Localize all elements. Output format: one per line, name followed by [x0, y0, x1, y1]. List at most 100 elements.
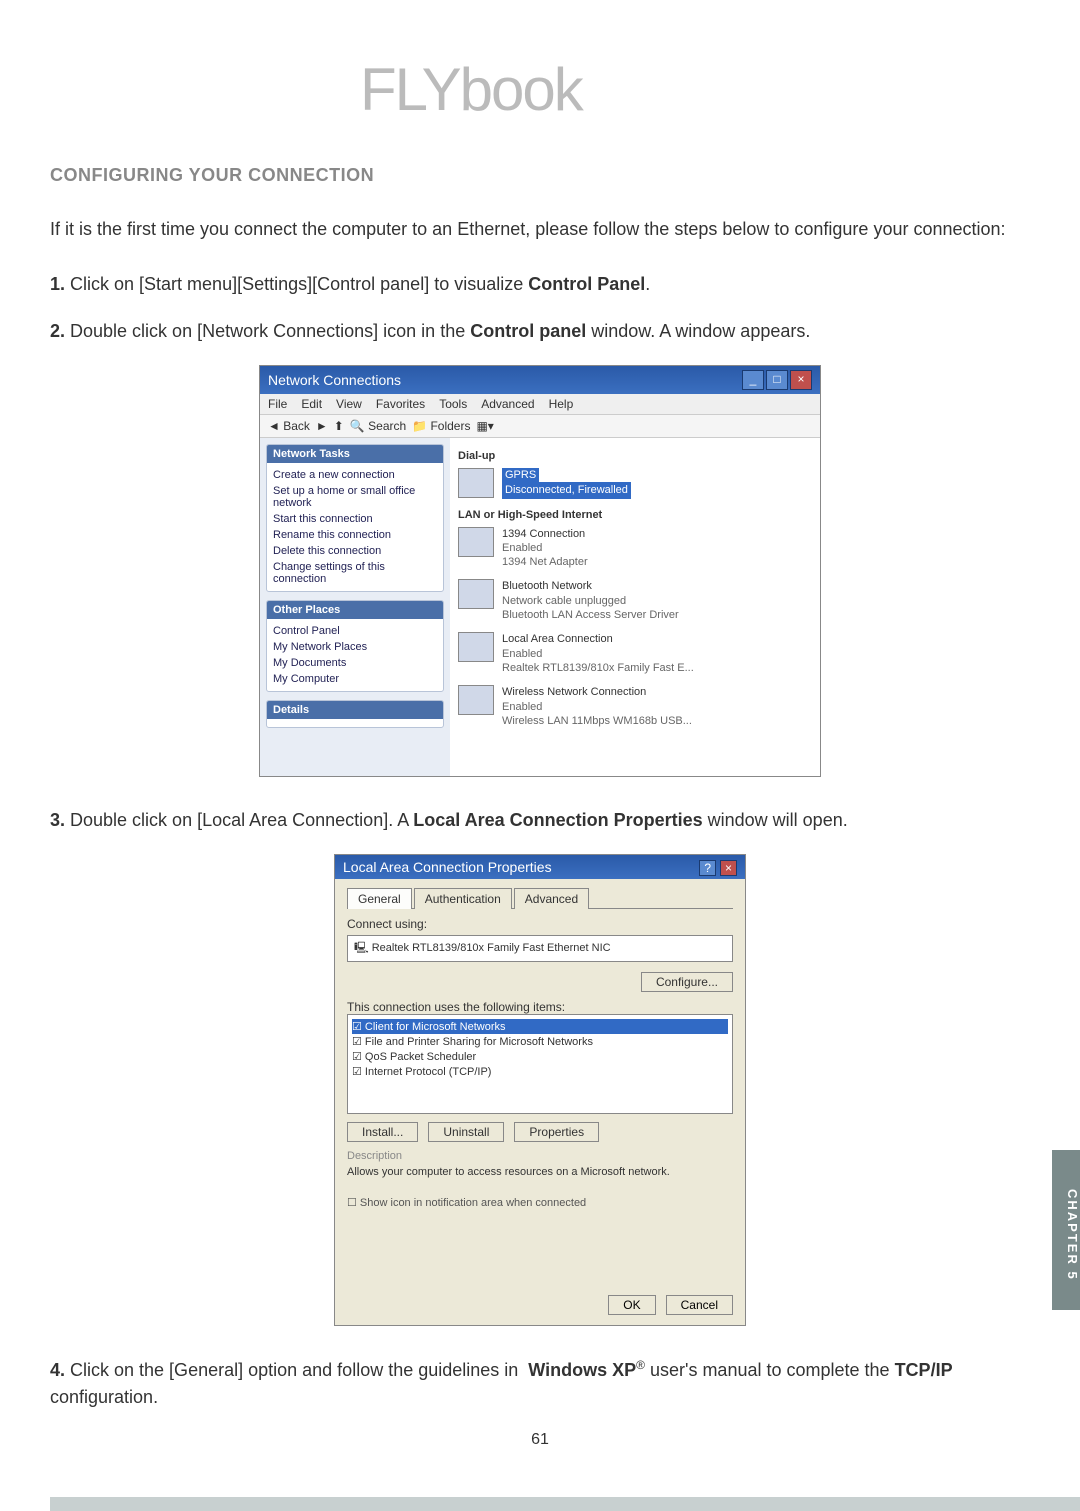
window-titlebar: Network Connections _ □ ×	[260, 366, 820, 394]
task-start-connection[interactable]: Start this connection	[273, 511, 437, 527]
list-item[interactable]: Internet Protocol (TCP/IP)	[365, 1066, 492, 1078]
show-icon-checkbox[interactable]: ☐ Show icon in notification area when co…	[347, 1196, 733, 1209]
connection-name: Local Area Connection	[502, 632, 694, 646]
window-title: Local Area Connection Properties	[343, 859, 552, 875]
intro-text: If it is the first time you connect the …	[50, 216, 1030, 243]
search-button[interactable]: 🔍 Search	[350, 419, 406, 433]
step-2-number: 2.	[50, 321, 65, 341]
task-create-connection[interactable]: Create a new connection	[273, 467, 437, 483]
forward-button[interactable]: ►	[316, 419, 328, 433]
step-3-text-c: window will open.	[703, 810, 848, 830]
items-listbox[interactable]: ☑ Client for Microsoft Networks ☑ File a…	[347, 1014, 733, 1114]
network-connections-window: Network Connections _ □ × File Edit View…	[259, 365, 821, 777]
step-2-text-a: Double click on [Network Connections] ic…	[65, 321, 470, 341]
connection-icon	[458, 468, 494, 498]
menu-bar: File Edit View Favorites Tools Advanced …	[260, 394, 820, 415]
configure-button[interactable]: Configure...	[641, 972, 733, 992]
menu-favorites[interactable]: Favorites	[376, 397, 425, 411]
step-4-bold-xp: Windows XP	[528, 1360, 636, 1380]
connection-status: Network cable unplugged	[502, 594, 679, 608]
step-2: 2. Double click on [Network Connections]…	[50, 318, 1030, 345]
close-icon[interactable]: ×	[790, 370, 812, 390]
folders-button[interactable]: 📁 Folders	[412, 419, 470, 433]
step-1-text-c: .	[645, 274, 650, 294]
connection-bluetooth[interactable]: Bluetooth Network Network cable unplugge…	[458, 579, 812, 622]
tab-authentication[interactable]: Authentication	[414, 888, 512, 909]
maximize-icon[interactable]: □	[766, 370, 788, 390]
task-rename-connection[interactable]: Rename this connection	[273, 527, 437, 543]
connection-name: 1394 Connection	[502, 527, 588, 541]
network-tasks-header: Network Tasks	[267, 445, 443, 463]
connection-1394[interactable]: 1394 Connection Enabled 1394 Net Adapter	[458, 527, 812, 570]
connection-local-area[interactable]: Local Area Connection Enabled Realtek RT…	[458, 632, 812, 675]
list-item[interactable]: File and Printer Sharing for Microsoft N…	[365, 1036, 593, 1048]
step-2-bold: Control panel	[470, 321, 586, 341]
connection-name: Wireless Network Connection	[502, 685, 692, 699]
install-button[interactable]: Install...	[347, 1122, 418, 1142]
window-titlebar: Local Area Connection Properties ? ×	[335, 855, 745, 879]
items-label: This connection uses the following items…	[347, 1000, 733, 1014]
connection-status: Enabled	[502, 647, 694, 661]
step-4-text-c: user's manual to complete the	[645, 1360, 895, 1380]
svg-text:FLYbook: FLYbook	[360, 60, 585, 123]
minimize-icon[interactable]: _	[742, 370, 764, 390]
list-item[interactable]: Client for Microsoft Networks	[365, 1021, 506, 1033]
place-network-places[interactable]: My Network Places	[273, 639, 437, 655]
step-4: 4. Click on the [General] option and fol…	[50, 1356, 1030, 1411]
connection-name: Bluetooth Network	[502, 579, 679, 593]
task-setup-network[interactable]: Set up a home or small office network	[273, 483, 437, 511]
connection-icon	[458, 685, 494, 715]
properties-button[interactable]: Properties	[514, 1122, 599, 1142]
help-icon[interactable]: ?	[699, 860, 716, 876]
connection-status: Enabled	[502, 541, 588, 555]
uninstall-button[interactable]: Uninstall	[428, 1122, 504, 1142]
menu-tools[interactable]: Tools	[439, 397, 467, 411]
step-1-number: 1.	[50, 274, 65, 294]
connection-icon	[458, 632, 494, 662]
lacp-window: Local Area Connection Properties ? × Gen…	[334, 854, 746, 1326]
section-heading: CONFIGURING YOUR CONNECTION	[50, 165, 1030, 186]
menu-edit[interactable]: Edit	[301, 397, 322, 411]
ok-button[interactable]: OK	[608, 1295, 655, 1315]
list-item[interactable]: QoS Packet Scheduler	[365, 1051, 476, 1063]
step-4-bold-tcpip: TCP/IP	[895, 1360, 953, 1380]
place-my-computer[interactable]: My Computer	[273, 671, 437, 687]
menu-advanced[interactable]: Advanced	[481, 397, 534, 411]
cancel-button[interactable]: Cancel	[666, 1295, 733, 1315]
up-icon[interactable]: ⬆	[334, 419, 344, 433]
place-control-panel[interactable]: Control Panel	[273, 623, 437, 639]
step-2-text-c: window. A window appears.	[586, 321, 810, 341]
adapter-field: 🖳 Realtek RTL8139/810x Family Fast Ether…	[347, 935, 733, 962]
nic-icon: 🖳	[354, 942, 372, 954]
details-header: Details	[267, 701, 443, 719]
window-title: Network Connections	[268, 372, 401, 388]
step-3-text-a: Double click on [Local Area Connection].…	[65, 810, 413, 830]
footer-accent	[50, 1497, 1080, 1511]
task-change-settings[interactable]: Change settings of this connection	[273, 559, 437, 587]
step-3: 3. Double click on [Local Area Connectio…	[50, 807, 1030, 834]
toolbar: ◄ Back ► ⬆ 🔍 Search 📁 Folders ▦▾	[260, 415, 820, 438]
connection-wireless[interactable]: Wireless Network Connection Enabled Wire…	[458, 685, 812, 728]
menu-help[interactable]: Help	[549, 397, 574, 411]
views-icon[interactable]: ▦▾	[476, 419, 493, 433]
other-places-header: Other Places	[267, 601, 443, 619]
connect-using-label: Connect using:	[347, 917, 733, 931]
adapter-name: Realtek RTL8139/810x Family Fast Etherne…	[372, 942, 611, 954]
connection-status: Disconnected, Firewalled	[502, 482, 631, 498]
close-icon[interactable]: ×	[720, 860, 737, 876]
step-3-bold: Local Area Connection Properties	[413, 810, 702, 830]
back-button[interactable]: ◄ Back	[268, 419, 310, 433]
page-number: 61	[50, 1431, 1030, 1449]
step-1-text-a: Click on [Start menu][Settings][Control …	[65, 274, 528, 294]
connection-gprs[interactable]: GPRS Disconnected, Firewalled	[458, 468, 812, 499]
tab-general[interactable]: General	[347, 888, 412, 909]
connection-adapter: Wireless LAN 11Mbps WM168b USB...	[502, 714, 692, 728]
place-my-documents[interactable]: My Documents	[273, 655, 437, 671]
step-4-number: 4.	[50, 1360, 65, 1380]
menu-file[interactable]: File	[268, 397, 287, 411]
task-delete-connection[interactable]: Delete this connection	[273, 543, 437, 559]
tab-advanced[interactable]: Advanced	[514, 888, 589, 909]
connections-list: Dial-up GPRS Disconnected, Firewalled LA…	[450, 438, 820, 776]
chapter-tab: CHAPTER 5	[1052, 1150, 1080, 1310]
menu-view[interactable]: View	[336, 397, 362, 411]
